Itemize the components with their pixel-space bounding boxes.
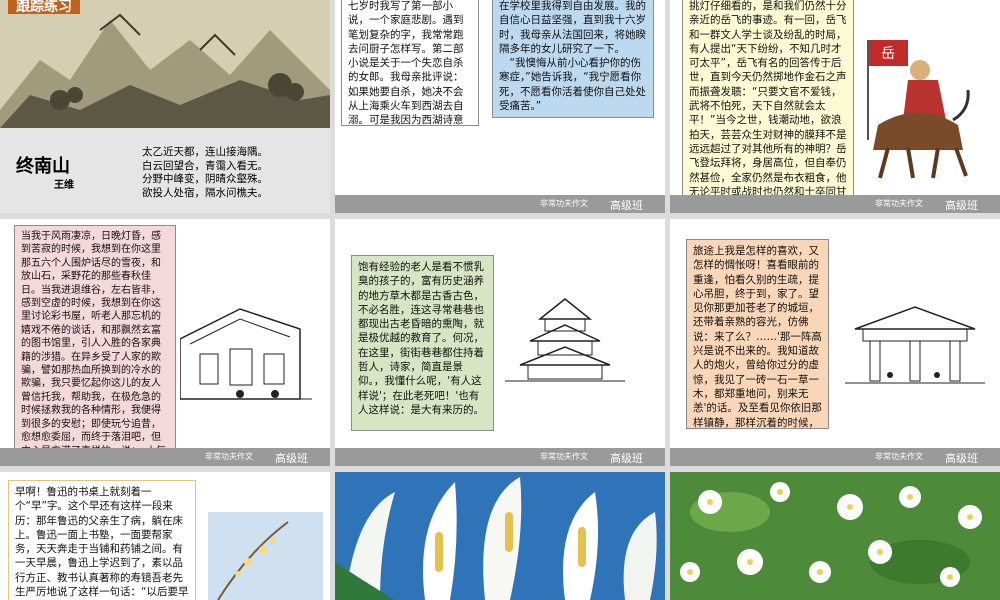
slide-thumbnail-4[interactable]: 挑灯仔细看的，是和我们仍然十分亲近的岳飞的事迹。有一回，岳飞和一群文人学士谈及纷… (670, 0, 1000, 213)
poem-title: 终南山 (16, 156, 70, 177)
slide-footer: 非常功夫作文高级班 (670, 448, 1000, 466)
gate-sketch (845, 299, 985, 389)
poem-author: 王维 (54, 180, 74, 191)
text-card: 旅途上我是怎样的喜欢，又怎样的惆怅呀！喜看眼前的重逢，怕看久别的生疏，提心吊胆，… (686, 239, 829, 429)
poem-line: 太乙近天都，连山接海隅。 (142, 146, 268, 158)
slide-thumbnail-9[interactable] (335, 472, 665, 600)
poem-line: 分野中峰变，阴晴众壑殊。 (142, 173, 268, 185)
slide-thumbnail-6[interactable]: 饱有经验的老人是看不惯乳臭的孩子的，富有历史涵养的地方草木都是古香古色，不必名胜… (335, 219, 665, 466)
slide-thumbnail-7[interactable]: 旅途上我是怎样的喜欢，又怎样的惆怅呀！喜看眼前的重逢，怕看久别的生疏，提心吊胆，… (670, 219, 1000, 466)
temple-sketch (500, 289, 630, 389)
slide-footer: 非常功夫作文高级班 (335, 195, 665, 213)
slide-footer: 非常功夫作文高级班 (670, 195, 1000, 213)
slide-thumbnail-5[interactable]: 当我于风雨凄凉，日晚灯昏，感到苦寂的时候，我想到在你这里那五六个人围炉话尽的雪夜… (0, 219, 330, 466)
blossom-picture (208, 512, 323, 600)
text-card-slide3: 在学校里我得到自由发展。我的自信心日益坚强，直到我十六岁时，我母亲从法国回来，将… (492, 0, 654, 118)
text-card: 七岁时我写了第一部小说，一个家庭悲剧。遇到笔划复杂的字，我常常跑去问厨子怎样写。… (341, 0, 479, 126)
poem-line: 欲投人处宿，隔水问樵夫。 (142, 186, 268, 199)
slide-thumbnail-10[interactable] (670, 472, 1000, 600)
slide-footer: 非常功夫作文高级班 (335, 448, 665, 466)
slide-footer: 非常功夫作文高级班 (0, 448, 330, 466)
street-sketch (179, 299, 312, 409)
text-card: 早啊！鲁迅的书桌上就刻着一个“早”字。这个早还有这样一段来历：那年鲁迅的父亲生了… (8, 480, 196, 600)
warrior-illustration: 岳 (858, 30, 976, 180)
svg-text:岳: 岳 (881, 46, 895, 62)
exercise-tag: 跟踪练习 (8, 0, 80, 14)
calla-lily-picture (335, 472, 665, 600)
text-card: 饱有经验的老人是看不惯乳臭的孩子的，富有历史涵养的地方草木都是古香古色，不必名胜… (351, 255, 494, 431)
landscape-painting (0, 0, 330, 128)
poem-line: 白云回望合，青霭入看无。 (142, 159, 268, 172)
poem-body: 太乙近天都，连山接海隅。 白云回望合，青霭入看无。 分野中峰变，阴晴众壑殊。 欲… (142, 146, 268, 200)
text-card: 当我于风雨凄凉，日晚灯昏，感到苦寂的时候，我想到在你这里那五六个人围炉话尽的雪夜… (14, 225, 176, 453)
slide-thumbnail-8[interactable]: 早啊！鲁迅的书桌上就刻着一个“早”字。这个早还有这样一段来历：那年鲁迅的父亲生了… (0, 472, 330, 600)
jasmine-flowers-picture (670, 472, 1000, 600)
text-card: 挑灯仔细看的，是和我们仍然十分亲近的岳飞的事迹。有一回，岳飞和一群文人学士谈及纷… (682, 0, 854, 210)
slide-thumbnail-1[interactable]: 跟踪练习 终南山 王维 太乙近天都，连山接海隅。 白云回望合，青霭入看无。 分野… (0, 0, 330, 213)
